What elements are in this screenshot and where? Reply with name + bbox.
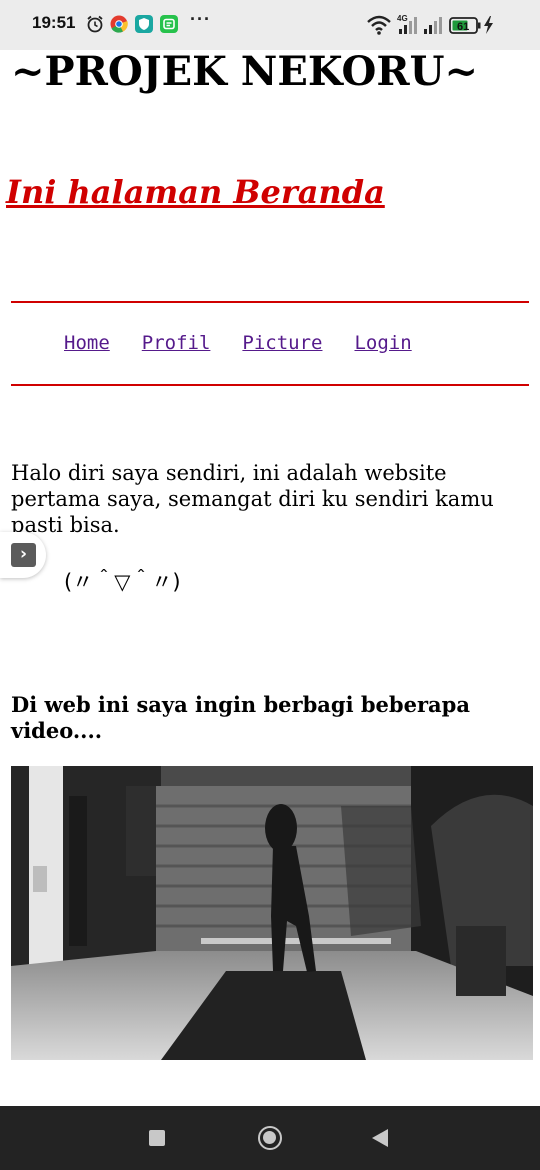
page-heading[interactable]: Ini halaman Beranda (6, 173, 385, 211)
message-app-icon (160, 15, 178, 33)
status-time: 19:51 (32, 13, 76, 32)
shield-app-icon (135, 15, 153, 33)
back-icon[interactable] (372, 1129, 388, 1147)
home-icon[interactable] (258, 1126, 282, 1150)
intro-paragraph: Halo diri saya sendiri, ini adalah websi… (11, 461, 494, 537)
network-type: 4G (397, 14, 408, 23)
battery-level: 61 (457, 21, 469, 33)
wifi-icon (367, 15, 391, 35)
more-notifications-icon: ··· (190, 9, 211, 29)
signal-icon (424, 17, 442, 34)
kaomoji-text: (〃＾▽＾〃) (64, 570, 181, 594)
battery-icon: 61 (449, 17, 481, 34)
main-nav: Home Profil Picture Login (64, 332, 412, 358)
nav-link-profil[interactable]: Profil (142, 332, 211, 358)
chrome-icon (110, 15, 128, 33)
video-player[interactable] (11, 766, 533, 1060)
floating-side-button[interactable]: › (0, 532, 46, 578)
site-title: ~PROJEK NEKORU~ (11, 48, 479, 95)
nav-link-home[interactable]: Home (64, 332, 110, 358)
system-navigation-bar (0, 1106, 540, 1170)
nav-top-divider (11, 301, 529, 303)
chevron-right-icon: › (11, 543, 36, 567)
status-bar: 19:51 ··· 4G 61 (0, 0, 540, 50)
charging-icon (484, 16, 493, 34)
nav-bottom-divider (11, 384, 529, 386)
video-section-heading: Di web ini saya ingin berbagi beberapa v… (11, 692, 470, 743)
recent-apps-icon[interactable] (149, 1130, 165, 1146)
nav-link-picture[interactable]: Picture (242, 332, 322, 358)
nav-link-login[interactable]: Login (354, 332, 411, 358)
video-frame (11, 766, 533, 1060)
status-right-icons: 4G 61 (367, 14, 493, 35)
alarm-icon (87, 15, 103, 33)
